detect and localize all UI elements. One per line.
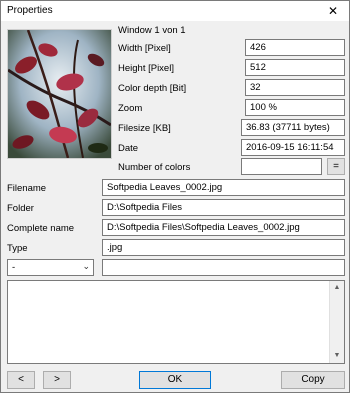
properties-dialog: Properties ✕ Window 1 von 1 Width [Pixel…: [0, 0, 350, 393]
ok-button[interactable]: OK: [139, 371, 211, 389]
complete-name-label: Complete name: [7, 223, 75, 234]
date-label: Date: [118, 143, 139, 154]
complete-name-field[interactable]: D:\Softpedia Files\Softpedia Leaves_0002…: [102, 219, 345, 236]
width-field[interactable]: 426: [245, 39, 345, 56]
details-textarea[interactable]: ▲ ▼: [7, 280, 345, 364]
next-button[interactable]: >: [43, 371, 71, 389]
color-depth-label: Color depth [Bit]: [118, 83, 187, 94]
window-count-label: Window 1 von 1: [118, 25, 186, 36]
filesize-field[interactable]: 36.83 (37711 bytes): [241, 119, 345, 136]
copy-button[interactable]: Copy: [281, 371, 345, 389]
info-type-dropdown[interactable]: - ⌄: [7, 259, 94, 276]
width-label: Width [Pixel]: [118, 43, 171, 54]
close-icon[interactable]: ✕: [325, 3, 341, 19]
height-label: Height [Pixel]: [118, 63, 174, 74]
filename-label: Filename: [7, 183, 47, 194]
previous-button[interactable]: <: [7, 371, 35, 389]
type-label: Type: [7, 243, 28, 254]
folder-label: Folder: [7, 203, 34, 214]
thumbnail-image: [8, 30, 111, 158]
vertical-scrollbar[interactable]: ▲ ▼: [329, 281, 344, 363]
filename-field[interactable]: Softpedia Leaves_0002.jpg: [102, 179, 345, 196]
number-of-colors-field[interactable]: [241, 158, 322, 175]
dropdown-value-field[interactable]: [102, 259, 345, 276]
color-depth-field[interactable]: 32: [245, 79, 345, 96]
chevron-down-icon: ⌄: [82, 261, 90, 271]
title-bar: Properties ✕: [1, 1, 349, 21]
number-of-colors-label: Number of colors: [118, 162, 191, 173]
height-field[interactable]: 512: [245, 59, 345, 76]
type-field[interactable]: .jpg: [102, 239, 345, 256]
scroll-up-icon[interactable]: ▲: [330, 281, 344, 295]
folder-field[interactable]: D:\Softpedia Files: [102, 199, 345, 216]
count-colors-button[interactable]: =: [327, 158, 345, 175]
scroll-down-icon[interactable]: ▼: [330, 349, 344, 363]
zoom-field[interactable]: 100 %: [245, 99, 345, 116]
filesize-label: Filesize [KB]: [118, 123, 171, 134]
window-title: Properties: [7, 5, 53, 16]
dropdown-selected-value: -: [12, 262, 16, 273]
date-field[interactable]: 2016-09-15 16:11:54: [241, 139, 345, 156]
image-thumbnail: [7, 29, 112, 159]
zoom-label: Zoom: [118, 103, 143, 114]
